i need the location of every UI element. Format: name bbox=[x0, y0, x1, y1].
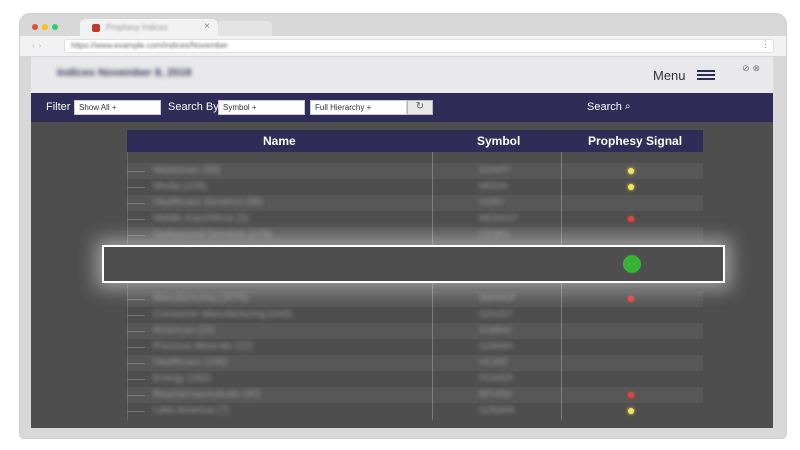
browser-menu-icon[interactable]: ⋮ bbox=[761, 39, 770, 50]
tree-branch-line bbox=[127, 203, 145, 204]
table-row[interactable]: Biopharmaceuticals (40) BPHRM bbox=[127, 387, 703, 403]
hierarchy-select[interactable]: Full Hierarchy + bbox=[310, 100, 407, 115]
signal-yellow-indicator bbox=[628, 168, 634, 174]
favicon-icon bbox=[92, 24, 100, 32]
tree-branch-line bbox=[127, 219, 145, 220]
highlighted-row[interactable] bbox=[102, 245, 725, 283]
refresh-button[interactable]: ↻ bbox=[407, 100, 433, 115]
browser-tabbar: Prophesy Indices × bbox=[20, 14, 786, 37]
signal-yellow-indicator bbox=[628, 408, 634, 414]
tab-close-icon[interactable]: × bbox=[204, 21, 210, 32]
row-symbol: S286M4 bbox=[479, 341, 513, 351]
tree-branch-line bbox=[127, 187, 145, 188]
signal-red-indicator bbox=[628, 392, 634, 398]
tree-branch-line bbox=[127, 347, 145, 348]
window-control-icons[interactable]: ⊘⊗ bbox=[742, 63, 763, 74]
table-row[interactable]: Latin America (7) S280846 bbox=[127, 403, 703, 419]
table-row[interactable]: Precious Minerals (22) S286M4 bbox=[127, 339, 703, 355]
table-row[interactable]: Manufacturing (2070) 3MANUF bbox=[127, 291, 703, 307]
tree-branch-line bbox=[127, 299, 145, 300]
tab-title: Prophesy Indices bbox=[106, 23, 168, 32]
filter-toolbar: Filter Show All + Search By Symbol + Ful… bbox=[31, 93, 773, 122]
table-row[interactable]: Healthcare Services (98) HSRV bbox=[127, 195, 703, 211]
minimize-window-icon[interactable] bbox=[42, 24, 48, 30]
tree-branch-line bbox=[127, 411, 145, 412]
row-symbol: HC4RF bbox=[479, 357, 510, 367]
row-symbol: S280846 bbox=[479, 405, 516, 415]
row-symbol: S2H2D7 bbox=[479, 309, 514, 319]
row-symbol: HSRV bbox=[479, 197, 504, 207]
app-content: Indices November 8, 2018 Menu ⊘⊗ Filter … bbox=[31, 57, 773, 428]
table-row[interactable]: Energy (282) POWER bbox=[127, 371, 703, 387]
row-name: Biopharmaceuticals (40) bbox=[153, 389, 261, 400]
row-symbol: POWER bbox=[479, 373, 514, 383]
row-symbol: 3MANUF bbox=[479, 293, 517, 303]
row-name: Americas (23) bbox=[153, 325, 216, 336]
table-row[interactable]: Media (229) MEDIA bbox=[127, 179, 703, 195]
row-name: Healthcare Services (98) bbox=[153, 197, 264, 208]
hamburger-menu-icon[interactable] bbox=[697, 70, 715, 80]
signal-red-indicator bbox=[628, 296, 634, 302]
symbol-select[interactable]: Symbol + bbox=[218, 100, 305, 115]
row-name: Outsourced Services (278) bbox=[153, 229, 272, 240]
row-symbol: OSSRV bbox=[479, 229, 511, 239]
search-icon[interactable]: ⌕ bbox=[625, 101, 631, 112]
table-header: Name Symbol Prophesy Signal bbox=[127, 130, 703, 152]
table-row[interactable]: Consumer Manufacturing (444) S2H2D7 bbox=[127, 307, 703, 323]
row-name: Media (229) bbox=[153, 181, 207, 192]
row-symbol: S200P7 bbox=[479, 165, 512, 175]
column-header-name[interactable]: Name bbox=[263, 134, 296, 148]
tree-branch-line bbox=[127, 395, 145, 396]
row-name: Healthcare (198) bbox=[153, 357, 228, 368]
search-button[interactable]: Search bbox=[587, 101, 622, 113]
tree-branch-line bbox=[127, 171, 145, 172]
tree-branch-line bbox=[127, 315, 145, 316]
new-tab-button[interactable] bbox=[218, 21, 272, 36]
row-name: Energy (282) bbox=[153, 373, 211, 384]
row-name: Precious Minerals (22) bbox=[153, 341, 254, 352]
row-name: Manufacturing (2070) bbox=[153, 293, 249, 304]
url-text: https://www.example.com/indices/November bbox=[71, 41, 228, 50]
row-name: Consumer Manufacturing (444) bbox=[153, 309, 292, 320]
signal-red-indicator bbox=[628, 216, 634, 222]
nav-arrows-icon[interactable]: ‹› bbox=[32, 41, 45, 50]
row-name: Middle East/Africa (3) bbox=[153, 213, 249, 224]
tree-branch-line bbox=[127, 363, 145, 364]
row-symbol: MEA0027 bbox=[479, 213, 519, 223]
page-title: Indices November 8, 2018 bbox=[57, 67, 192, 79]
browser-tab[interactable]: Prophesy Indices × bbox=[80, 19, 218, 37]
menu-label[interactable]: Menu bbox=[653, 68, 686, 83]
tree-branch-line bbox=[127, 235, 145, 236]
row-name: Latin America (7) bbox=[153, 405, 229, 416]
search-by-label: Search By bbox=[168, 101, 219, 113]
signal-yellow-indicator bbox=[628, 184, 634, 190]
column-header-symbol[interactable]: Symbol bbox=[477, 134, 520, 148]
signal-green-indicator bbox=[623, 255, 641, 273]
table-row[interactable]: Middle East/Africa (3) MEA0027 bbox=[127, 211, 703, 227]
close-window-icon[interactable] bbox=[32, 24, 38, 30]
tree-branch-line bbox=[127, 379, 145, 380]
row-symbol: S288N0 bbox=[479, 325, 512, 335]
filter-label: Filter bbox=[46, 101, 71, 113]
app-header: Indices November 8, 2018 Menu ⊘⊗ bbox=[31, 57, 773, 93]
row-symbol: MEDIA bbox=[479, 181, 508, 191]
table-row[interactable]: Outsourced Services (278) OSSRV bbox=[127, 227, 703, 243]
address-bar: ‹› https://www.example.com/indices/Novem… bbox=[20, 36, 786, 56]
row-name: Midstream (58) bbox=[153, 165, 221, 176]
table-row[interactable]: Americas (23) S288N0 bbox=[127, 323, 703, 339]
url-field[interactable]: https://www.example.com/indices/November bbox=[64, 39, 774, 53]
filter-select[interactable]: Show All + bbox=[74, 100, 161, 115]
maximize-window-icon[interactable] bbox=[52, 24, 58, 30]
table-row[interactable]: Midstream (58) S200P7 bbox=[127, 163, 703, 179]
table-row[interactable]: Healthcare (198) HC4RF bbox=[127, 355, 703, 371]
tree-branch-line bbox=[127, 331, 145, 332]
row-symbol: BPHRM bbox=[479, 389, 512, 399]
column-header-signal[interactable]: Prophesy Signal bbox=[588, 134, 682, 148]
